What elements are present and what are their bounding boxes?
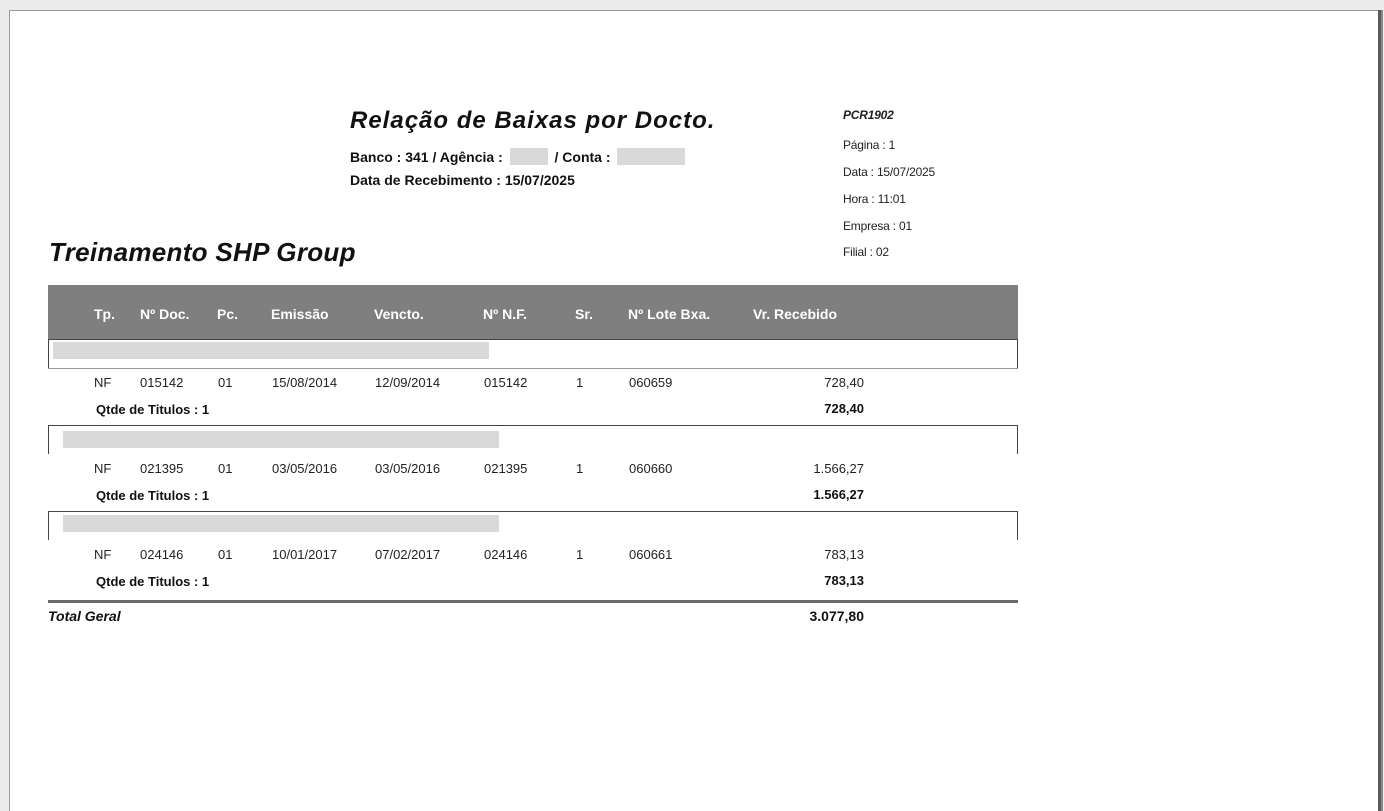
cell-vencto: 12/09/2014 bbox=[375, 375, 441, 390]
branch-code: Filial : 02 bbox=[843, 245, 889, 259]
report-title: Relação de Baixas por Docto. bbox=[350, 107, 716, 134]
subtotal-value: 783,13 bbox=[824, 573, 864, 588]
report-code: PCR1902 bbox=[843, 108, 894, 122]
cell-valor: 728,40 bbox=[824, 375, 864, 390]
col-doc: Nº Doc. bbox=[140, 306, 190, 322]
total-label: Total Geral bbox=[48, 608, 121, 624]
print-time: Hora : 11:01 bbox=[843, 192, 906, 206]
qtde-titulos: Qtde de Titulos : 1 bbox=[96, 402, 210, 417]
bank-line: Banco : 341 / Agência : / Conta : bbox=[350, 148, 686, 165]
company-code: Empresa : 01 bbox=[843, 219, 912, 233]
qtde-titulos: Qtde de Titulos : 1 bbox=[96, 488, 210, 503]
account-redaction bbox=[617, 148, 686, 165]
cell-doc: 021395 bbox=[140, 461, 184, 476]
total-rule bbox=[48, 600, 1018, 603]
cell-pc: 01 bbox=[218, 461, 233, 476]
print-date: Data : 15/07/2025 bbox=[843, 165, 936, 179]
col-tp: Tp. bbox=[94, 306, 115, 322]
qtde-titulos: Qtde de Titulos : 1 bbox=[96, 574, 210, 589]
cell-nf: 024146 bbox=[484, 547, 528, 562]
col-nf: Nº N.F. bbox=[483, 306, 528, 322]
col-emissao: Emissão bbox=[271, 306, 329, 322]
cell-tp: NF bbox=[94, 547, 112, 562]
col-valor: Vr. Recebido bbox=[753, 306, 838, 322]
col-lote: Nº Lote Bxa. bbox=[628, 306, 711, 322]
cell-nf: 021395 bbox=[484, 461, 528, 476]
agency-redaction bbox=[509, 148, 548, 165]
cell-valor: 1.566,27 bbox=[813, 461, 864, 476]
cell-emissao: 03/05/2016 bbox=[272, 461, 338, 476]
page-number: Página : 1 bbox=[843, 138, 896, 152]
cell-tp: NF bbox=[94, 375, 112, 390]
cell-emissao: 15/08/2014 bbox=[272, 375, 338, 390]
cell-lote: 060661 bbox=[629, 547, 673, 562]
cell-doc: 024146 bbox=[140, 547, 184, 562]
bank-line-mid: / Conta : bbox=[554, 149, 611, 165]
subtotal-value: 728,40 bbox=[824, 401, 864, 416]
client-redaction bbox=[53, 342, 489, 359]
cell-sr: 1 bbox=[576, 375, 584, 390]
group-header-box bbox=[48, 511, 1018, 540]
receipt-date: Data de Recebimento : 15/07/2025 bbox=[350, 172, 575, 188]
subtotal-value: 1.566,27 bbox=[813, 487, 864, 502]
cell-vencto: 07/02/2017 bbox=[375, 547, 441, 562]
cell-pc: 01 bbox=[218, 547, 233, 562]
cell-lote: 060660 bbox=[629, 461, 673, 476]
cell-nf: 015142 bbox=[484, 375, 528, 390]
client-redaction bbox=[63, 431, 499, 448]
cell-tp: NF bbox=[94, 461, 112, 476]
cell-sr: 1 bbox=[576, 547, 584, 562]
col-vencto: Vencto. bbox=[374, 306, 424, 322]
cell-emissao: 10/01/2017 bbox=[272, 547, 338, 562]
cell-valor: 783,13 bbox=[824, 547, 864, 562]
cell-vencto: 03/05/2016 bbox=[375, 461, 441, 476]
group-divider bbox=[48, 368, 1018, 369]
cell-pc: 01 bbox=[218, 375, 233, 390]
column-header-bar: Tp. Nº Doc. Pc. Emissão Vencto. Nº N.F. … bbox=[48, 285, 1018, 339]
bank-line-prefix: Banco : 341 / Agência : bbox=[350, 149, 503, 165]
report-page: Relação de Baixas por Docto. Banco : 341… bbox=[9, 10, 1378, 811]
group-header-box bbox=[48, 339, 1018, 369]
col-sr: Sr. bbox=[575, 306, 593, 322]
cell-lote: 060659 bbox=[629, 375, 673, 390]
col-pc: Pc. bbox=[217, 306, 239, 322]
total-value: 3.077,80 bbox=[809, 608, 865, 624]
group-header-box bbox=[48, 425, 1018, 454]
company-name: Treinamento SHP Group bbox=[49, 237, 356, 267]
cell-doc: 015142 bbox=[140, 375, 184, 390]
cell-sr: 1 bbox=[576, 461, 584, 476]
client-redaction bbox=[63, 515, 499, 532]
